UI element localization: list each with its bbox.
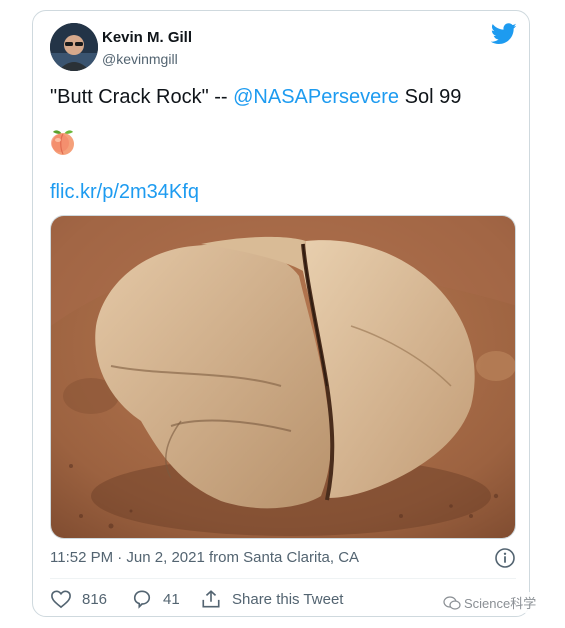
watermark: Science科学: [441, 592, 539, 613]
tweet-text: "Butt Crack Rock" -- @NASAPersevere Sol …: [50, 85, 510, 109]
twitter-bird-icon[interactable]: [491, 23, 517, 45]
info-icon[interactable]: [494, 547, 516, 569]
mention-link[interactable]: @NASAPersevere: [233, 86, 399, 108]
reply-bubble-icon: [133, 590, 151, 609]
mars-rock-image: [51, 216, 515, 538]
tweet-card: Kevin M. Gill @kevinmgill "Butt Crack Ro…: [32, 10, 530, 617]
like-button[interactable]: 816: [50, 589, 107, 609]
watermark-text: Science科学: [464, 596, 537, 611]
action-divider: [50, 578, 516, 579]
flickr-link[interactable]: flic.kr/p/2m34Kfq: [50, 181, 199, 204]
avatar-image: [50, 23, 98, 71]
avatar[interactable]: [50, 23, 98, 71]
peach-emoji-icon: [51, 130, 74, 155]
author-handle[interactable]: @kevinmgill: [102, 51, 178, 67]
heart-icon: [51, 590, 71, 609]
author-display-name[interactable]: Kevin M. Gill: [102, 29, 192, 46]
reply-count: 41: [163, 590, 180, 608]
tweet-timestamp[interactable]: 11:52 PM · Jun 2, 2021 from Santa Clarit…: [50, 549, 359, 566]
tweet-text-quote: "Butt Crack Rock" --: [50, 86, 234, 108]
wechat-icon: [443, 595, 461, 610]
reply-button[interactable]: 41: [131, 589, 180, 609]
tweet-text-sol: Sol 99: [399, 86, 462, 108]
share-icon: [202, 590, 220, 608]
mars-rock-photo[interactable]: [50, 215, 516, 539]
share-label: Share this Tweet: [232, 590, 344, 608]
share-button[interactable]: Share this Tweet: [200, 589, 343, 609]
like-count: 816: [82, 590, 108, 608]
